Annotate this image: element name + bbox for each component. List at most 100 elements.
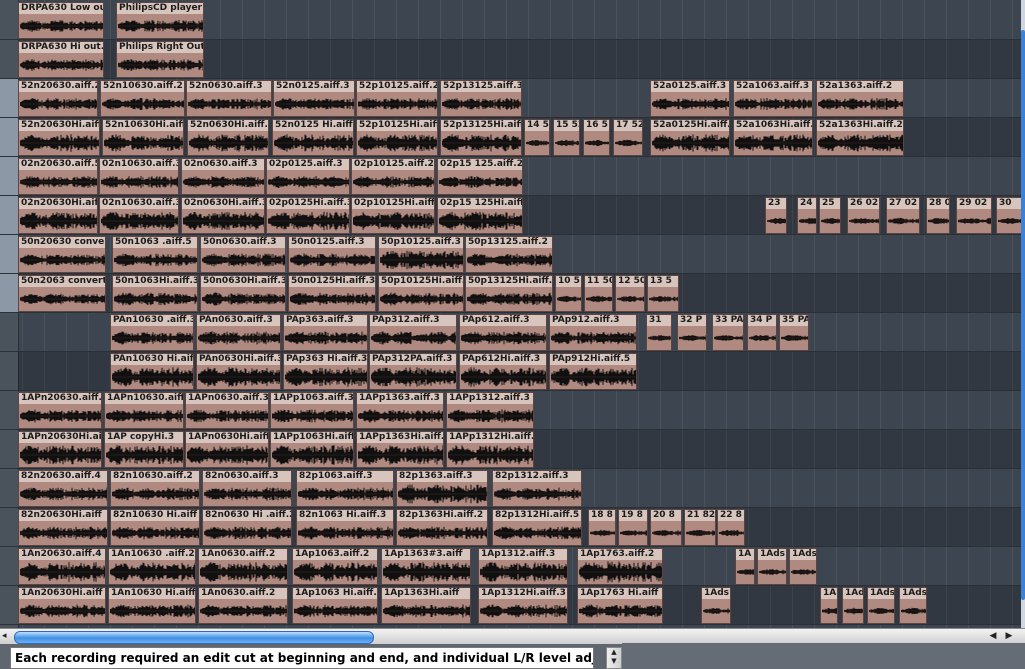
track-header[interactable] [0, 79, 18, 118]
audio-region[interactable]: 52n20630.aiff.2 [18, 80, 98, 117]
audio-region[interactable]: 1Ap1312.aiff.3 [478, 548, 568, 585]
audio-region[interactable]: 02p15 125.aiff.2 [437, 158, 523, 195]
audio-region[interactable]: PAn0630.aiff.3 [196, 314, 281, 351]
vertical-scroll-thumb[interactable] [1021, 30, 1025, 600]
track-header[interactable] [0, 430, 18, 469]
audio-region[interactable]: 1Ap1363#3.aiff [381, 548, 471, 585]
audio-region[interactable]: 02n20630Hi.aiff [18, 197, 98, 234]
audio-region[interactable]: 82n10630.aiff.2 [110, 470, 200, 507]
audio-region[interactable]: PAp363.aiff.3 [283, 314, 368, 351]
audio-region[interactable]: 22 8 [717, 509, 745, 546]
audio-region[interactable]: 02p0125.aiff.3 [266, 158, 350, 195]
audio-region[interactable]: 1APp1363Hi.aiff.3 [356, 431, 444, 468]
horizontal-scroll-thumb[interactable] [14, 631, 374, 644]
audio-region[interactable]: 50n1063Hi.aiff.3 [112, 275, 198, 312]
audio-region[interactable]: 50p10125.aiff.3 [378, 236, 464, 273]
audio-region[interactable]: 1APn0630Hi.aiff [185, 431, 269, 468]
audio-region[interactable]: 1Ads [867, 587, 895, 624]
audio-region[interactable]: 1Ad [842, 587, 864, 624]
audio-region[interactable]: 50n0630.aiff.3 [200, 236, 286, 273]
audio-region[interactable]: 11 50 [584, 275, 613, 312]
scroll-right-arrow-icon[interactable]: ▶ [1003, 630, 1015, 643]
audio-region[interactable]: 50n0125.aiff.3 [288, 236, 376, 273]
track-header[interactable] [0, 469, 18, 508]
audio-region[interactable]: 52p10125.aiff.2 [356, 80, 438, 117]
audio-region[interactable]: 27 02 [886, 197, 920, 234]
caption-stepper[interactable]: ▲ ▼ [606, 647, 622, 669]
audio-region[interactable]: 1Ads [701, 587, 731, 624]
audio-region[interactable]: 1APp1363.aiff.3 [356, 392, 444, 429]
audio-region[interactable]: 21 82 [684, 509, 716, 546]
audio-region[interactable]: 52n0630Hi.aiff.3 [187, 119, 269, 156]
audio-region[interactable]: 82p1363.aiff.3 [396, 470, 488, 507]
audio-region[interactable]: 82n20630.aiff.4 [18, 470, 108, 507]
audio-region[interactable]: PAp312PA.aiff.3 [369, 353, 457, 390]
audio-region[interactable]: 82n20630Hi.aiff [18, 509, 108, 546]
audio-region[interactable]: 52p13125.aiff.3 [440, 80, 522, 117]
audio-region[interactable]: 52p13125Hi.aiff [440, 119, 522, 156]
audio-region[interactable]: 26 02 [847, 197, 880, 234]
scroll-left-arrow-icon[interactable]: ◀ [987, 630, 999, 643]
audio-region[interactable]: 52a1363Hi.aiff.2 [816, 119, 904, 156]
audio-region[interactable]: 12 50 [615, 275, 645, 312]
audio-region[interactable]: 50n2063 convert [18, 275, 106, 312]
track-header[interactable] [0, 508, 18, 547]
audio-region[interactable]: 1Ap1312Hi.aiff.3 [478, 587, 568, 624]
audio-region[interactable]: 1An0630.aiff.2 [198, 548, 288, 585]
audio-region[interactable]: 18 8 [588, 509, 616, 546]
audio-region[interactable]: 82n0630 Hi .aiff.2 [202, 509, 292, 546]
audio-region[interactable]: PAp912.aiff.3 [549, 314, 637, 351]
track-header[interactable] [0, 118, 18, 157]
audio-region[interactable]: 1APn20630Hi.aiff [18, 431, 102, 468]
audio-region[interactable]: 02n10630.aiff.3 [99, 158, 179, 195]
audio-region[interactable]: 52n20630Hi.aiff [18, 119, 100, 156]
audio-region[interactable]: 1An20630Hi.aiff [18, 587, 106, 624]
audio-region[interactable]: 1Ap1763.aiff.2 [577, 548, 663, 585]
track-header[interactable] [0, 391, 18, 430]
audio-region[interactable]: 1Ap1763 Hi.aiff [577, 587, 663, 624]
audio-region[interactable]: 52a1363.aiff.2 [816, 80, 904, 117]
audio-region[interactable]: 52n0125.aiff.3 [273, 80, 355, 117]
audio-region[interactable]: 34 P [747, 314, 777, 351]
audio-region[interactable]: 82p1312.aiff.3 [492, 470, 582, 507]
audio-region[interactable]: 50n0125Hi.aiff.3 [288, 275, 376, 312]
track-header[interactable] [0, 196, 18, 235]
audio-region[interactable]: 1An20630.aiff.4 [18, 548, 106, 585]
audio-region[interactable]: 1APp1063.aiff.3 [270, 392, 354, 429]
audio-region[interactable]: 30 [996, 197, 1022, 234]
audio-region[interactable]: 1Ads [789, 548, 817, 585]
audio-region[interactable]: PAn10630 Hi.aiff [110, 353, 194, 390]
audio-region[interactable]: 52n0630.aiff.3 [186, 80, 272, 117]
audio-region[interactable]: 82p1312Hi.aiff.5 [492, 509, 582, 546]
audio-region[interactable]: 1An10630 .aiff.2 [108, 548, 196, 585]
audio-region[interactable]: 31 [646, 314, 672, 351]
audio-region[interactable]: 52a1063.aiff.3 [733, 80, 813, 117]
audio-region[interactable]: 50p10125Hi.aiff.3 [378, 275, 464, 312]
audio-region[interactable]: 35 PA [779, 314, 809, 351]
audio-region[interactable]: Philips Right Out [116, 41, 204, 78]
audio-region[interactable]: 1Ads [757, 548, 787, 585]
audio-region[interactable]: 1Ads [899, 587, 927, 624]
audio-region[interactable]: 82n1063 Hi.aiff.3 [296, 509, 394, 546]
audio-region[interactable]: 28 0 [926, 197, 950, 234]
track-header[interactable] [0, 547, 18, 586]
audio-region[interactable]: 16 5 [583, 119, 610, 156]
audio-region[interactable]: 52a0125Hi.aiff.3 [650, 119, 730, 156]
audio-region[interactable]: 50n20630 convert [18, 236, 106, 273]
horizontal-scrollbar[interactable]: ◂ ◀ ▶ [0, 628, 1025, 644]
audio-region[interactable]: 23 [765, 197, 787, 234]
audio-region[interactable]: 50p13125.aiff.2 [465, 236, 553, 273]
audio-region[interactable]: 1Ap1063.aiff.2 [292, 548, 378, 585]
audio-region[interactable]: 24 [797, 197, 817, 234]
audio-region[interactable]: 50n0630Hi.aiff.3 [200, 275, 286, 312]
audio-region[interactable]: 1APn10630.aiff.3 [104, 392, 184, 429]
audio-region[interactable]: 02p10125.aiff.2 [351, 158, 435, 195]
audio-region[interactable]: 1Ap1063 Hi.aiff.3 [292, 587, 378, 624]
audio-region[interactable]: 1An0630.aiff.2 [198, 587, 288, 624]
audio-region[interactable]: 1A [735, 548, 755, 585]
audio-region[interactable]: 02n0630.aiff.3 [181, 158, 265, 195]
audio-region[interactable]: PAn0630Hi.aiff.3 [196, 353, 281, 390]
track-header[interactable] [0, 235, 18, 274]
audio-region[interactable]: 02p15 125Hi.aiff [437, 197, 523, 234]
arrange-area[interactable]: DRPA630 Low out PhilipsCD player DRPA630 H… [0, 0, 1025, 628]
